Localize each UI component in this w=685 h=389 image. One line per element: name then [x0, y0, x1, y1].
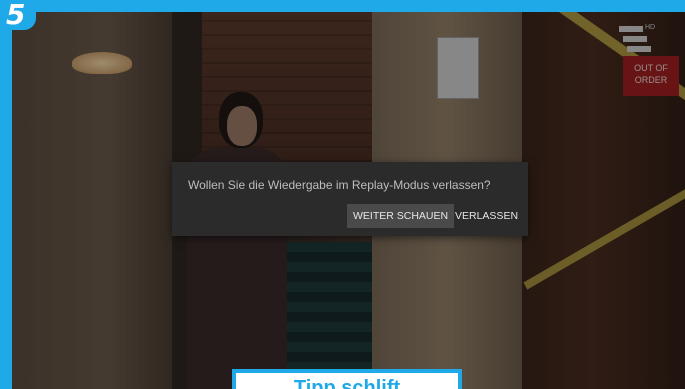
step-badge: 5	[0, 0, 36, 30]
leave-button[interactable]: VERLASSEN	[449, 204, 524, 228]
caption-label: Tipp schlift	[232, 369, 462, 389]
dialog-message: Wollen Sie die Wiedergabe im Replay-Modu…	[188, 178, 491, 192]
screenshot-frame: OUT OF ORDER HD 5 Wollen Sie die Wiederg…	[0, 0, 685, 389]
exit-replay-dialog: Wollen Sie die Wiedergabe im Replay-Modu…	[172, 162, 528, 236]
continue-watching-button[interactable]: WEITER SCHAUEN	[347, 204, 455, 228]
